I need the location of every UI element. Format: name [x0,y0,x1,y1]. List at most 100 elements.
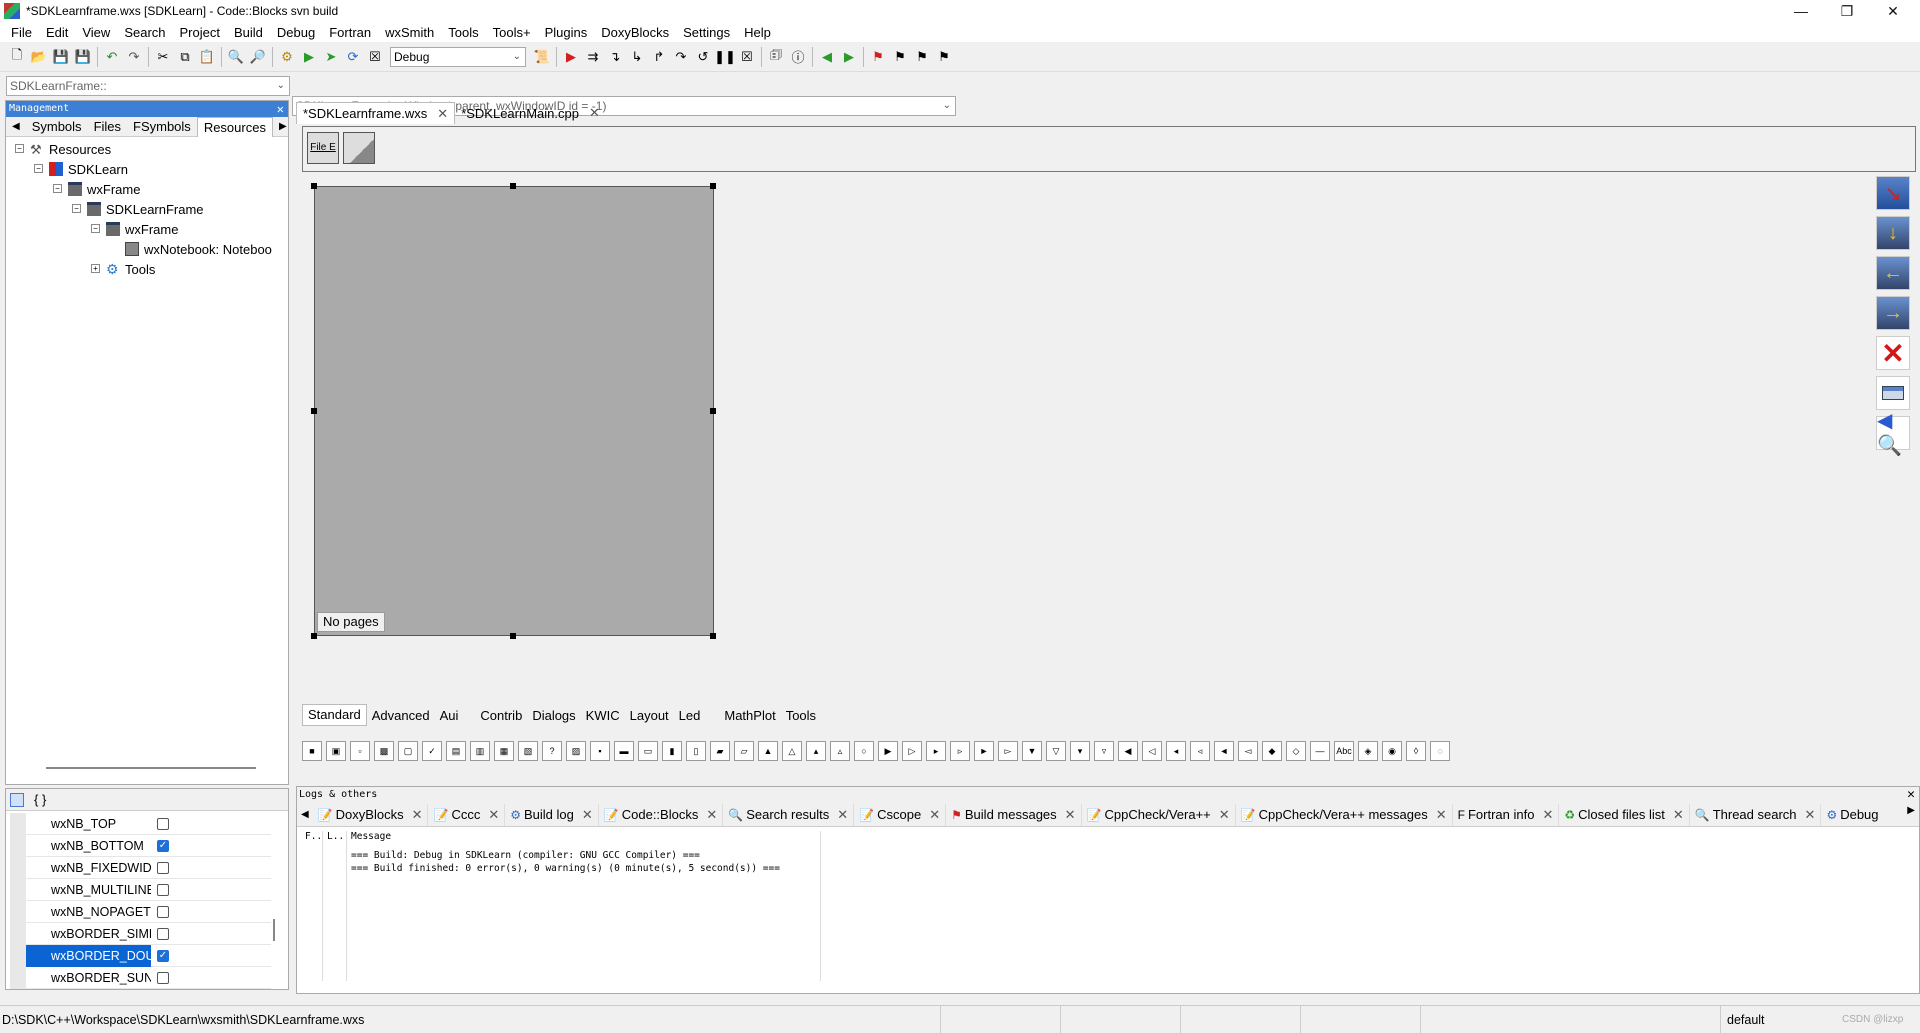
close-icon[interactable]: ✕ [437,106,448,122]
resize-handle[interactable] [510,633,516,639]
quick-props-icon[interactable]: ◀🔍 [1876,410,1910,457]
tab-cscope[interactable]: 📝 Cscope ✕ [854,803,947,826]
close-icon[interactable]: ✕ [1673,807,1684,823]
collapse-icon[interactable]: − [34,164,43,173]
menu-project[interactable]: Project [173,25,227,40]
rebuild-icon[interactable]: ⟳ [343,47,363,67]
widget-palette-icon[interactable]: ▨ [566,741,586,761]
menu-doxyblocks[interactable]: DoxyBlocks [594,25,676,40]
property-checkbox[interactable] [157,883,169,896]
resize-handle[interactable] [510,183,516,189]
widget-palette-icon[interactable]: ■ [302,741,322,761]
property-checkbox[interactable] [157,971,169,984]
paste-icon[interactable]: 📋 [197,47,217,67]
close-icon[interactable]: ✕ [488,807,499,823]
tab-doxyblocks[interactable]: 📝 DoxyBlocks ✕ [313,803,429,826]
step-into-icon[interactable]: ↳ [627,47,647,67]
class-scope-select[interactable]: SDKLearnFrame:: ⌄ [6,76,290,96]
widget-palette-icon[interactable]: — [1310,741,1330,761]
close-icon[interactable]: ✕ [1065,807,1076,823]
redo-icon[interactable]: ↷ [124,47,144,67]
widget-palette-icon[interactable]: ▦ [494,741,514,761]
widget-palette-icon[interactable]: ? [542,741,562,761]
widget-palette-icon[interactable]: ✓ [422,741,442,761]
replace-icon[interactable]: 🔎 [248,47,268,67]
tab-cppcheck-vera-messages[interactable]: 📝 CppCheck/Vera++ messages ✕ [1236,803,1453,826]
tab-scroll-right-icon[interactable]: ▶ [273,121,293,132]
property-checkbox[interactable] [157,861,169,874]
tab-scroll-right-icon[interactable]: ▶ [1907,805,1915,816]
abort-icon[interactable]: ☒ [365,47,385,67]
close-window-button[interactable]: ✕ [1870,0,1916,22]
collapse-icon[interactable]: − [91,224,100,233]
tab-scroll-left-icon[interactable]: ◀ [6,121,26,132]
log-line[interactable]: === Build: Debug in SDKLearn (compiler: … [347,850,820,861]
tab-fortran-info[interactable]: F Fortran info ✕ [1453,803,1560,826]
close-icon[interactable]: ✕ [1219,807,1230,823]
property-checkbox[interactable]: ✓ [157,949,169,962]
widget-palette-icon[interactable]: ▪ [590,741,610,761]
widget-palette-icon[interactable]: ▥ [470,741,490,761]
widget-palette-icon[interactable]: ◄ [1214,741,1234,761]
log-line[interactable]: === Build finished: 0 error(s), 0 warnin… [347,863,820,874]
property-row-selected[interactable]: wxBORDER_DOU ✓ [26,944,271,967]
widget-palette-icon[interactable]: ▶ [878,741,898,761]
tab-fsymbols[interactable]: FSymbols [127,119,197,134]
tab-sdklearnmain-cpp[interactable]: *SDKLearnMain.cpp ✕ [455,102,606,124]
debug-windows-icon[interactable]: 🗊 [766,47,786,67]
expand-icon[interactable]: + [91,264,100,273]
next-bookmark-icon[interactable]: ⚑ [912,47,932,67]
vertical-scrollbar[interactable] [273,919,275,941]
insert-parent-icon[interactable]: → [1876,296,1910,330]
widget-palette-icon[interactable]: ▣ [326,741,346,761]
widget-palette-icon[interactable]: ▽ [1046,741,1066,761]
resize-handle[interactable] [311,408,317,414]
resize-handle[interactable] [311,183,317,189]
tree-item-resources[interactable]: ⚒ Resources [30,140,111,158]
close-icon[interactable]: ✕ [706,807,717,823]
close-icon[interactable]: ✕ [1436,807,1447,823]
widget-palette-icon[interactable]: ▩ [374,741,394,761]
collapse-icon[interactable]: − [15,144,24,153]
property-row[interactable]: wxBORDER_SIMP [26,923,271,945]
property-row[interactable]: wxNB_BOTTOM ✓ [26,835,271,857]
menu-edit[interactable]: Edit [39,25,75,40]
widget-palette-icon[interactable]: ◅ [1238,741,1258,761]
menu-plugins[interactable]: Plugins [538,25,595,40]
property-checkbox[interactable] [157,905,169,918]
insert-into-icon[interactable]: ↘ [1876,176,1910,210]
widget-palette-icon[interactable]: ▵ [830,741,850,761]
tree-item-sdklearnframe[interactable]: SDKLearnFrame [87,200,204,218]
tab-closed-files-list[interactable]: ♻ Closed files list ✕ [1559,803,1690,826]
open-icon[interactable]: 📂 [29,47,49,67]
tab-debug[interactable]: ⚙ Debug [1821,804,1883,826]
notebook-preview[interactable] [314,186,714,636]
tree-item-wxnotebook[interactable]: wxNotebook: Noteboo [125,240,285,258]
tab-sdklearnframe-wxs[interactable]: *SDKLearnframe.wxs ✕ [296,102,456,124]
property-checkbox[interactable] [157,927,169,940]
widget-palette-icon[interactable]: ◀ [1118,741,1138,761]
step-instruction-icon[interactable]: ↺ [693,47,713,67]
next-line-icon[interactable]: ↴ [605,47,625,67]
tab-standard[interactable]: Standard [302,704,367,726]
widget-palette-icon[interactable]: ▲ [758,741,778,761]
tab-scroll-left-icon[interactable]: ◀ [297,809,313,820]
widget-palette-icon[interactable]: ◆ [1262,741,1282,761]
target-options-icon[interactable]: 📜 [532,47,552,67]
widget-palette-icon[interactable]: ▹ [950,741,970,761]
delete-icon[interactable]: ✕ [1876,336,1910,370]
widget-palette-icon[interactable]: ◁ [1142,741,1162,761]
prev-bookmark-icon[interactable]: ⚑ [890,47,910,67]
widget-palette-icon[interactable]: ▧ [518,741,538,761]
resize-handle[interactable] [710,633,716,639]
collapse-icon[interactable]: − [53,184,62,193]
clear-bookmarks-icon[interactable]: ⚑ [934,47,954,67]
save-icon[interactable]: 💾 [51,47,71,67]
close-icon[interactable]: ✕ [837,807,848,823]
widget-palette-icon[interactable]: ◃ [1190,741,1210,761]
widget-palette-icon[interactable]: ▢ [398,741,418,761]
widget-palette-icon[interactable]: ▸ [926,741,946,761]
widget-palette-icon[interactable]: ▿ [1094,741,1114,761]
tab-advanced[interactable]: Advanced [367,708,435,723]
tab-thread-search[interactable]: 🔍 Thread search ✕ [1690,803,1822,826]
